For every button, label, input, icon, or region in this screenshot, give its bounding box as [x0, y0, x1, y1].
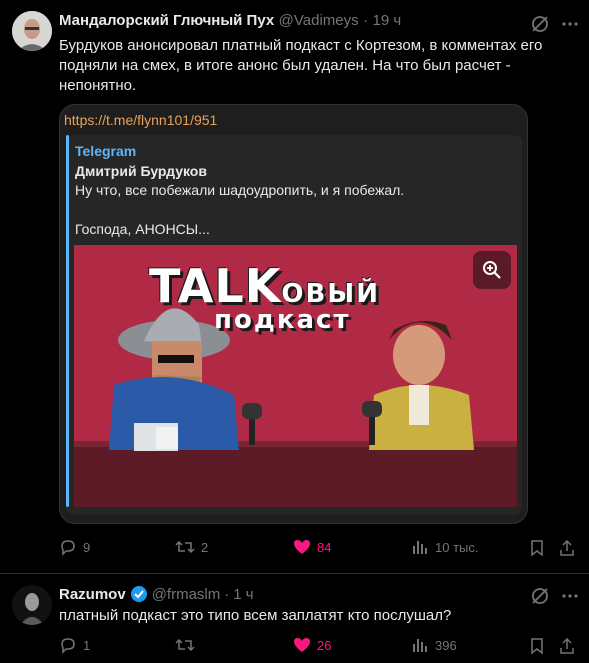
repost-count: 2	[201, 539, 209, 555]
views-count: 10 тыс.	[435, 539, 479, 555]
heart-filled-icon	[294, 540, 310, 554]
like-count: 84	[317, 539, 332, 555]
grok-icon[interactable]	[530, 586, 550, 606]
avatar[interactable]	[12, 585, 52, 625]
embedded-media[interactable]: https://t.me/flynn101/951 Telegram Дмитр…	[59, 104, 528, 524]
verified-badge-icon	[130, 586, 147, 602]
telegram-source-label: Telegram	[75, 143, 137, 159]
tweet-text: платный подкаст это типо всем заплатят к…	[59, 607, 452, 624]
tweet-time[interactable]: 1 ч	[233, 586, 253, 603]
separator-dot: ·	[224, 585, 230, 603]
channel-title: Дмитрий Бурдуков	[75, 163, 207, 179]
message-line-2: Господа, АНОНСЫ...	[75, 221, 210, 237]
share-button[interactable]	[558, 539, 576, 562]
views-button[interactable]: 396	[411, 636, 457, 654]
views-button[interactable]: 10 тыс.	[411, 538, 478, 556]
views-icon	[413, 541, 427, 554]
more-options-icon[interactable]	[560, 14, 580, 34]
telegram-link[interactable]: https://t.me/flynn101/951	[64, 112, 217, 128]
bookmark-button[interactable]	[528, 637, 546, 660]
bookmark-icon	[531, 540, 543, 557]
share-icon	[560, 637, 574, 654]
share-button[interactable]	[558, 637, 576, 660]
views-count: 396	[435, 637, 457, 653]
grok-icon[interactable]	[530, 14, 550, 34]
author-handle[interactable]: @frmaslm	[152, 586, 221, 603]
message-line-1: Ну что, все побежали шадоудропить, и я п…	[75, 182, 405, 198]
more-options-icon[interactable]	[560, 586, 580, 606]
separator-dot: ·	[363, 12, 369, 29]
share-icon	[560, 539, 574, 556]
author-name[interactable]: Razumov	[59, 586, 126, 603]
views-icon	[413, 639, 427, 652]
reply-count: 9	[83, 539, 91, 555]
tweet-time[interactable]: 19 ч	[373, 12, 402, 29]
zoom-in-icon	[483, 261, 501, 279]
podcast-subtitle: подкаст	[214, 305, 351, 335]
bookmark-icon	[531, 638, 543, 655]
repost-button[interactable]: 2	[175, 538, 208, 556]
like-button[interactable]: 84	[293, 538, 331, 556]
reply-count: 1	[83, 637, 91, 653]
reply-icon	[61, 638, 75, 654]
like-button[interactable]: 26	[293, 636, 331, 654]
heart-filled-icon	[294, 638, 310, 652]
telegram-quote: Telegram Дмитрий Бурдуков Ну что, все по…	[66, 135, 522, 515]
reply-button[interactable]: 9	[59, 538, 90, 556]
tweet-text: Бурдуков анонсировал платный подкаст с К…	[59, 37, 543, 94]
author-handle[interactable]: @Vadimeys	[279, 12, 359, 29]
bookmark-button[interactable]	[528, 539, 546, 562]
tweet-divider	[0, 573, 589, 574]
avatar[interactable]	[12, 11, 52, 51]
zoom-button[interactable]	[473, 251, 511, 289]
reply-button[interactable]: 1	[59, 636, 90, 654]
repost-button[interactable]	[175, 636, 195, 654]
podcast-image[interactable]: TALKОВЫЙ подкаст	[74, 245, 517, 507]
like-count: 26	[317, 637, 332, 653]
reply-icon	[61, 540, 75, 556]
author-name[interactable]: Мандалорский Глючный Пух	[59, 12, 274, 29]
repost-icon	[175, 638, 195, 652]
repost-icon	[175, 540, 195, 554]
quote-accent-bar	[66, 135, 69, 507]
